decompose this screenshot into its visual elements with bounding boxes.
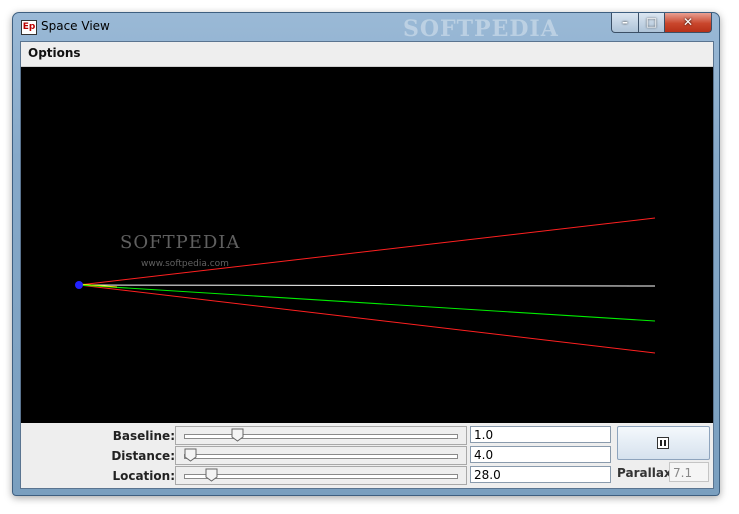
parallax-label: Parallax: (617, 466, 677, 480)
titlebar-watermark: SOFTPEDIA (403, 16, 559, 42)
location-slider-thumb[interactable] (205, 468, 218, 482)
baseline-slider-track (184, 434, 458, 439)
minimize-icon: – (622, 15, 628, 29)
location-slider-track (184, 474, 458, 479)
menu-options[interactable]: Options (28, 46, 81, 60)
baseline-slider-thumb[interactable] (231, 428, 244, 442)
baseline-white-line (78, 284, 656, 287)
window-title: Space View (41, 19, 110, 33)
baseline-value-field[interactable]: 1.0 (470, 426, 611, 443)
distance-label: Distance: (111, 449, 175, 463)
distance-slider[interactable] (175, 446, 467, 465)
pause-icon (657, 437, 669, 449)
title-bar[interactable]: Ep Space View SOFTPEDIA – □ ✕ (13, 13, 719, 42)
observer-point (75, 281, 83, 289)
close-icon: ✕ (682, 15, 694, 29)
green-sight-line (78, 284, 656, 322)
parallax-value-field: 7.1 (669, 462, 709, 482)
distance-slider-thumb[interactable] (184, 448, 197, 462)
location-slider[interactable] (175, 466, 467, 485)
maximize-icon: □ (645, 15, 658, 29)
controls-panel: Baseline: 1.0 Distance: 4.0 Location: 28… (21, 424, 713, 488)
distance-value-field[interactable]: 4.0 (470, 446, 611, 463)
minimize-button[interactable]: – (611, 13, 639, 33)
menu-bar: Options (21, 42, 713, 67)
lower-red-ray (78, 284, 656, 354)
distance-slider-track (184, 454, 458, 459)
close-button[interactable]: ✕ (664, 13, 712, 33)
location-label: Location: (112, 469, 175, 483)
pause-button[interactable] (617, 426, 710, 460)
location-value-field[interactable]: 28.0 (470, 466, 611, 483)
baseline-slider[interactable] (175, 426, 467, 445)
canvas-watermark: SOFTPEDIA (120, 232, 241, 253)
app-icon: Ep (21, 20, 37, 35)
client-area: Options SOFTPEDIA www.softpedia.com Base… (20, 41, 714, 489)
baseline-label: Baseline: (112, 429, 175, 443)
canvas-watermark-url: www.softpedia.com (141, 259, 229, 269)
space-view-canvas: SOFTPEDIA www.softpedia.com (21, 67, 713, 423)
maximize-button[interactable]: □ (638, 13, 665, 33)
app-window: Ep Space View SOFTPEDIA – □ ✕ Options SO… (12, 12, 720, 496)
